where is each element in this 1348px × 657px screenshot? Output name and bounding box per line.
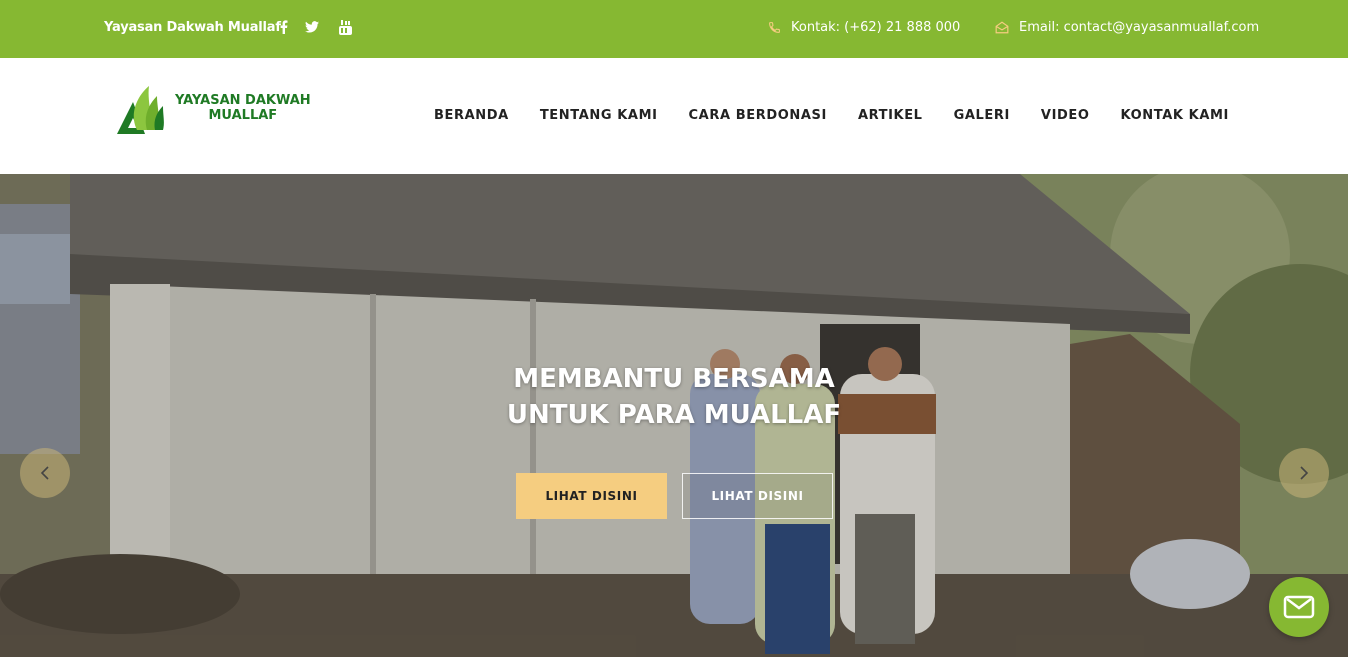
email-contact: Email: contact@yayasanmuallaf.com bbox=[995, 20, 1259, 35]
nav-beranda[interactable]: BERANDA bbox=[434, 108, 509, 123]
site-logo[interactable]: YAYASAN DAKWAH MUALLAF bbox=[115, 82, 311, 134]
chevron-right-icon bbox=[1300, 466, 1309, 480]
hero-slider: MEMBANTU BERSAMA UNTUK PARA MUALLAF LIHA… bbox=[0, 174, 1348, 657]
nav-tentang-kami[interactable]: TENTANG KAMI bbox=[540, 108, 658, 123]
hero-title-line1: MEMBANTU BERSAMA bbox=[513, 364, 835, 394]
twitter-icon[interactable] bbox=[305, 19, 319, 35]
hero-primary-button[interactable]: LIHAT DISINI bbox=[516, 473, 667, 519]
contact-mail-button[interactable] bbox=[1269, 577, 1329, 637]
mail-open-icon bbox=[995, 21, 1009, 34]
phone-icon bbox=[769, 22, 780, 33]
main-nav: BERANDA TENTANG KAMI CARA BERDONASI ARTI… bbox=[434, 108, 1229, 123]
nav-video[interactable]: VIDEO bbox=[1041, 108, 1090, 123]
logo-line2: MUALLAF bbox=[208, 108, 278, 123]
phone-label: Kontak: (+62) 21 888 000 bbox=[791, 20, 961, 35]
nav-cara-berdonasi[interactable]: CARA BERDONASI bbox=[689, 108, 827, 123]
hero-title: MEMBANTU BERSAMA UNTUK PARA MUALLAF bbox=[0, 361, 1348, 433]
nav-kontak-kami[interactable]: KONTAK KAMI bbox=[1121, 108, 1229, 123]
logo-mark-icon bbox=[117, 86, 164, 134]
logo-line1: YAYASAN DAKWAH bbox=[175, 93, 311, 108]
facebook-icon[interactable] bbox=[277, 19, 291, 35]
slider-next-button[interactable] bbox=[1279, 448, 1329, 498]
envelope-icon bbox=[1283, 595, 1315, 619]
hero-secondary-button[interactable]: LIHAT DISINI bbox=[682, 473, 833, 519]
youtube-icon[interactable] bbox=[338, 19, 352, 35]
nav-galeri[interactable]: GALERI bbox=[954, 108, 1010, 123]
top-bar: Yayasan Dakwah Muallaf Kontak: (+62) 21 … bbox=[0, 0, 1348, 58]
email-label: Email: contact@yayasanmuallaf.com bbox=[1019, 20, 1260, 35]
org-name: Yayasan Dakwah Muallaf bbox=[104, 20, 281, 35]
hero-title-line2: UNTUK PARA MUALLAF bbox=[506, 400, 842, 430]
chevron-left-icon bbox=[40, 466, 49, 480]
slider-prev-button[interactable] bbox=[20, 448, 70, 498]
nav-artikel[interactable]: ARTIKEL bbox=[858, 108, 923, 123]
phone-contact: Kontak: (+62) 21 888 000 bbox=[768, 20, 960, 35]
